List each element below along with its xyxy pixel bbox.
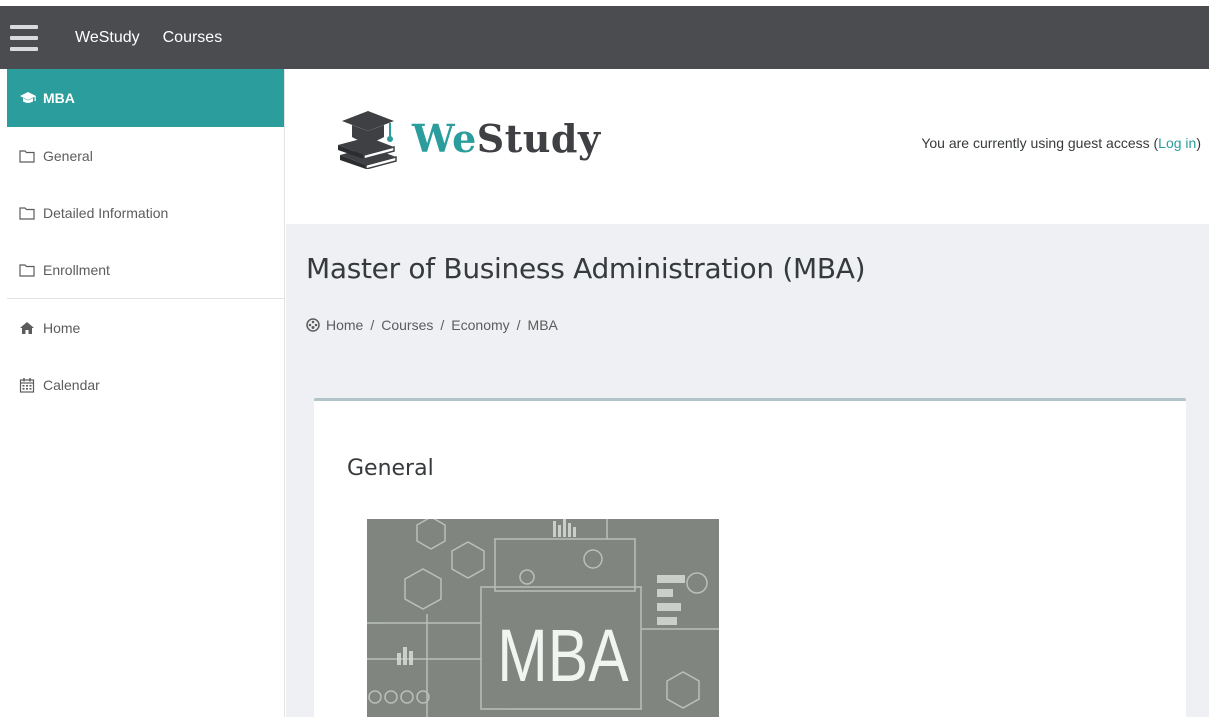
page-title: Master of Business Administration (MBA) — [306, 252, 866, 285]
dashboard-icon — [306, 318, 320, 332]
top-navbar: WeStudy Courses — [0, 6, 1209, 69]
logo-wordmark: WeStudy — [412, 116, 601, 161]
breadcrumb-home[interactable]: Home — [326, 317, 363, 333]
breadcrumb-courses[interactable]: Courses — [381, 317, 433, 333]
mba-course-image: MBA — [367, 519, 719, 717]
sidebar-item-label: Calendar — [43, 376, 100, 393]
breadcrumb-economy[interactable]: Economy — [451, 317, 509, 333]
breadcrumb-separator: / — [440, 317, 445, 333]
sidebar-item-calendar[interactable]: Calendar — [7, 356, 284, 413]
sidebar-item-label: Enrollment — [43, 261, 110, 278]
section-title: General — [347, 456, 434, 481]
westudy-logo[interactable]: WeStudy — [334, 107, 601, 169]
courses-link[interactable]: Courses — [163, 29, 223, 47]
login-link[interactable]: Log in — [1158, 135, 1196, 151]
logo-study: Study — [476, 115, 601, 161]
calendar-icon — [19, 377, 35, 393]
guest-close: ) — [1196, 135, 1201, 151]
books-graduation-cap-icon — [338, 111, 397, 169]
graduation-cap-icon — [20, 92, 36, 103]
folder-icon — [19, 263, 35, 277]
sidebar-item-label: General — [43, 147, 93, 164]
page-header: WeStudy You are currently using guest ac… — [286, 69, 1209, 224]
main-region: WeStudy You are currently using guest ac… — [286, 69, 1209, 717]
logo-we: We — [412, 115, 477, 161]
guest-text: You are currently using guest access ( — [921, 135, 1159, 151]
brand-link[interactable]: WeStudy — [75, 29, 140, 47]
breadcrumb-separator: / — [516, 317, 521, 333]
sidebar-item-label: MBA — [43, 90, 75, 106]
home-icon — [20, 321, 34, 334]
breadcrumb-separator: / — [370, 317, 375, 333]
course-section-card: General MBA — [314, 398, 1186, 717]
mba-illustration: MBA — [367, 519, 719, 717]
sidebar-item-detailed-information[interactable]: Detailed Information — [7, 184, 284, 241]
sidebar-item-home[interactable]: Home — [7, 299, 284, 356]
sidebar-item-label: Home — [43, 319, 81, 336]
sidebar-item-label: Detailed Information — [43, 204, 169, 221]
sidebar-item-mba[interactable]: MBA — [7, 69, 284, 127]
breadcrumb-mba[interactable]: MBA — [528, 317, 558, 333]
sidebar-item-general[interactable]: General — [7, 127, 284, 184]
breadcrumb: Home / Courses / Economy / MBA — [306, 317, 558, 333]
sidebar-item-enrollment[interactable]: Enrollment — [7, 241, 284, 298]
folder-icon — [19, 149, 35, 163]
sidebar: MBA General Detailed Information Enrollm… — [7, 69, 285, 717]
mba-image-text: MBA — [497, 615, 628, 697]
hamburger-menu-icon[interactable] — [10, 24, 38, 51]
folder-icon — [19, 206, 35, 220]
guest-access-notice: You are currently using guest access (Lo… — [921, 135, 1201, 151]
